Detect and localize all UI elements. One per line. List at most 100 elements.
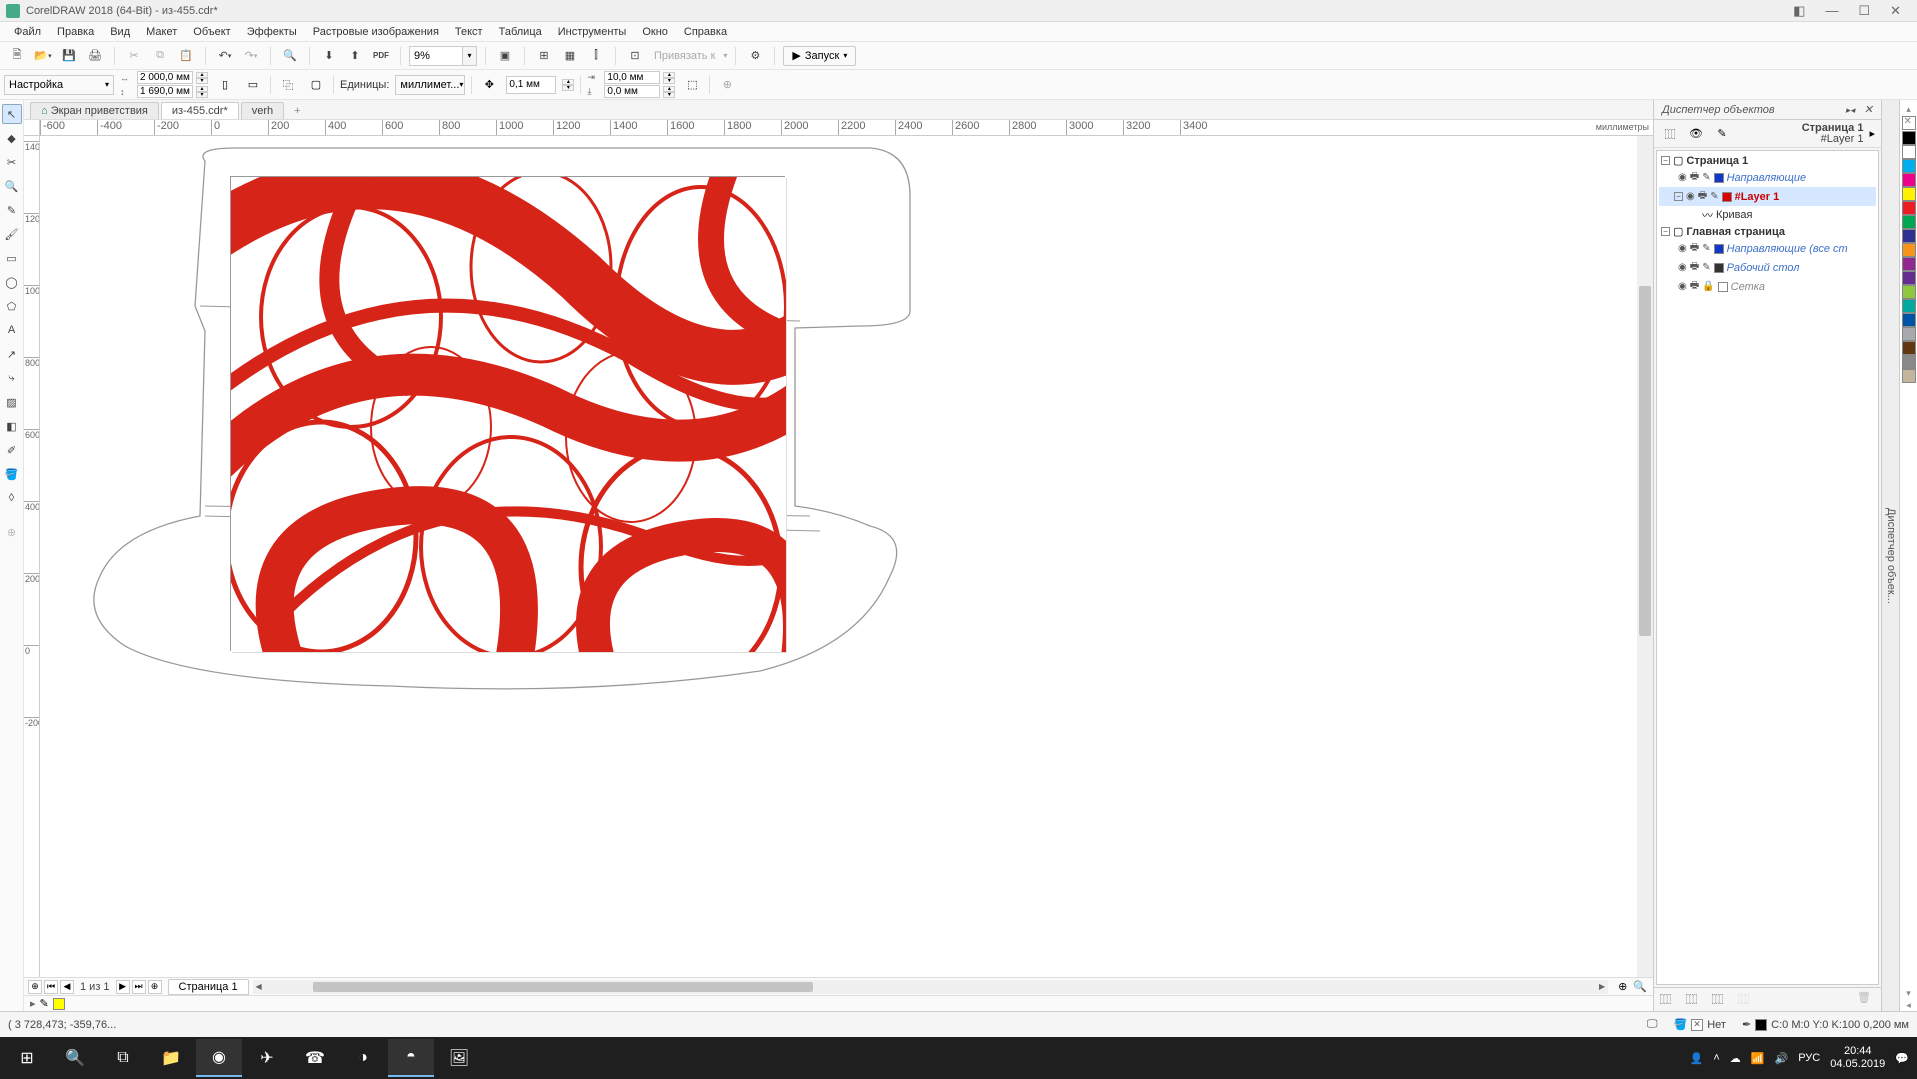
ruler-horizontal[interactable]: -600-400-2000200400600800100012001400160…	[24, 120, 1653, 136]
palette-swatch[interactable]	[1902, 243, 1916, 257]
palette-swatch[interactable]	[1902, 341, 1916, 355]
tree-guides-all[interactable]: ◉ 🖶 ✎ Направляющие (все ст	[1659, 239, 1876, 258]
search-button[interactable]: 🔍	[52, 1039, 98, 1077]
palette-swatch[interactable]	[1902, 215, 1916, 229]
add-document-tab[interactable]: +	[286, 103, 308, 119]
dup-y-input[interactable]	[604, 85, 660, 98]
tree-guides[interactable]: ◉ 🖶 ✎ Направляющие	[1659, 168, 1876, 187]
color-swatch[interactable]	[1718, 282, 1728, 292]
page-width-input[interactable]	[137, 71, 193, 84]
fill-tool[interactable]: 🪣	[2, 464, 22, 484]
artwork-image[interactable]	[230, 176, 785, 651]
show-props-button[interactable]: 👁	[1686, 124, 1706, 144]
ellipse-tool[interactable]: ◯	[2, 272, 22, 292]
docker-arrows-icon[interactable]: ▸◂	[1846, 105, 1855, 115]
expand-icon[interactable]: −	[1674, 192, 1683, 201]
object-tree[interactable]: − ▢ Страница 1 ◉ 🖶 ✎ Направляющие − ◉ 🖶 …	[1656, 150, 1879, 985]
fullscreen-button[interactable]: ▣	[494, 45, 516, 67]
redo-button[interactable]: ↷▾	[240, 45, 262, 67]
palette-swatch[interactable]	[1902, 145, 1916, 159]
visibility-icon[interactable]: ◉	[1678, 281, 1687, 292]
whatsapp-button[interactable]: ☎	[292, 1039, 338, 1077]
discord-button[interactable]: ◑	[340, 1039, 386, 1077]
crop-tool[interactable]: ✂	[2, 152, 22, 172]
palette-swatch[interactable]	[1902, 271, 1916, 285]
pdf-button[interactable]: PDF	[370, 45, 392, 67]
first-page-button[interactable]: ⏮	[44, 980, 58, 994]
delete-layer-button[interactable]: 🗑	[1857, 991, 1875, 1009]
transparency-tool[interactable]: ◧	[2, 416, 22, 436]
palette-swatch[interactable]	[1902, 369, 1916, 383]
spinner-down[interactable]: ▾	[562, 85, 574, 91]
maximize-button[interactable]: ☐	[1848, 1, 1880, 21]
onedrive-icon[interactable]: ☁	[1730, 1052, 1741, 1065]
navigator-icon[interactable]: 🔍	[1633, 980, 1647, 993]
cut-button[interactable]: ✂	[123, 45, 145, 67]
options-button[interactable]: ⚙	[744, 45, 766, 67]
menu-bitmaps[interactable]: Растровые изображения	[305, 24, 447, 40]
tree-master[interactable]: − ▢ Главная страница	[1659, 224, 1876, 239]
color-swatch[interactable]	[1714, 173, 1724, 183]
expand-icon[interactable]: −	[1661, 227, 1670, 236]
add-tool[interactable]: ⊕	[2, 522, 22, 542]
palette-swatch[interactable]	[1902, 299, 1916, 313]
menu-help[interactable]: Справка	[676, 24, 735, 40]
menu-layout[interactable]: Макет	[138, 24, 185, 40]
telegram-button[interactable]: ✈	[244, 1039, 290, 1077]
search-button[interactable]: 🔍	[279, 45, 301, 67]
photos-button[interactable]: 🖼	[436, 1039, 482, 1077]
edit-icon[interactable]: ✎	[1710, 191, 1718, 202]
last-page-button[interactable]: ⏭	[132, 980, 146, 994]
palette-swatch[interactable]	[1902, 285, 1916, 299]
portrait-button[interactable]: ▯	[214, 74, 236, 96]
print-icon[interactable]: 🖶	[1690, 278, 1699, 295]
shape-tool[interactable]: ◆	[2, 128, 22, 148]
open-button[interactable]: 📂▾	[32, 45, 54, 67]
print-icon[interactable]: 🖶	[1690, 169, 1699, 186]
menu-text[interactable]: Текст	[447, 24, 491, 40]
edit-icon[interactable]: ✎	[1702, 172, 1710, 183]
eyedropper-tool[interactable]: ✐	[2, 440, 22, 460]
page-height-input[interactable]	[137, 85, 193, 98]
save-button[interactable]: 💾	[58, 45, 80, 67]
parallel-dimension-tool[interactable]: ↗	[2, 344, 22, 364]
minimize-button[interactable]: —	[1815, 1, 1848, 20]
drop-shadow-tool[interactable]: ▨	[2, 392, 22, 412]
docker-menu-button[interactable]: ▸	[1869, 127, 1875, 140]
spinner-down[interactable]: ▾	[663, 92, 675, 98]
import-button[interactable]: ⬇	[318, 45, 340, 67]
artistic-media-tool[interactable]: 🖌	[2, 224, 22, 244]
visibility-icon[interactable]: ◉	[1678, 262, 1687, 273]
dup-x-input[interactable]	[604, 71, 660, 84]
new-button[interactable]: 🗎	[6, 45, 28, 67]
expand-icon[interactable]: −	[1661, 156, 1670, 165]
color-swatch[interactable]	[1722, 192, 1732, 202]
current-color-swatch[interactable]	[53, 998, 65, 1010]
scrollbar-v-thumb[interactable]	[1639, 286, 1651, 636]
export-button[interactable]: ⬆	[344, 45, 366, 67]
palette-swatch[interactable]	[1902, 313, 1916, 327]
snap-label[interactable]: Привязать к	[650, 50, 719, 62]
palette-swatch[interactable]	[1902, 131, 1916, 145]
tree-desktop[interactable]: ◉ 🖶 ✎ Рабочий стол	[1659, 258, 1876, 277]
edit-across-layers-button[interactable]: ✎	[1712, 124, 1732, 144]
palette-down-button[interactable]: ▾	[1906, 988, 1911, 999]
edit-icon[interactable]: 🔒	[1702, 281, 1714, 292]
new-layer-button[interactable]: ⿲	[1660, 991, 1678, 1009]
chrome-button[interactable]: ◉	[196, 1039, 242, 1077]
docker-tab-strip[interactable]: Диспетчер объек...	[1881, 100, 1899, 1011]
tree-grid[interactable]: ◉ 🖶 🔒 Сетка	[1659, 277, 1876, 296]
docker-close-button[interactable]: ✕	[1864, 104, 1873, 116]
landscape-button[interactable]: ▭	[242, 74, 264, 96]
tree-curve[interactable]: 〰 Кривая	[1659, 206, 1876, 224]
people-icon[interactable]: 👤	[1690, 1052, 1704, 1065]
palette-swatch[interactable]	[1902, 327, 1916, 341]
outline-tool[interactable]: ◊	[2, 488, 22, 508]
ruler-vertical[interactable]: 1400120010008006004002000-200	[24, 136, 40, 977]
menu-effects[interactable]: Эффекты	[239, 24, 305, 40]
zoom-tool[interactable]: 🔍	[2, 176, 22, 196]
palette-swatch[interactable]	[1902, 201, 1916, 215]
tab-welcome[interactable]: ⌂ Экран приветствия	[30, 102, 159, 119]
tree-page1[interactable]: − ▢ Страница 1	[1659, 153, 1876, 168]
menu-view[interactable]: Вид	[102, 24, 138, 40]
